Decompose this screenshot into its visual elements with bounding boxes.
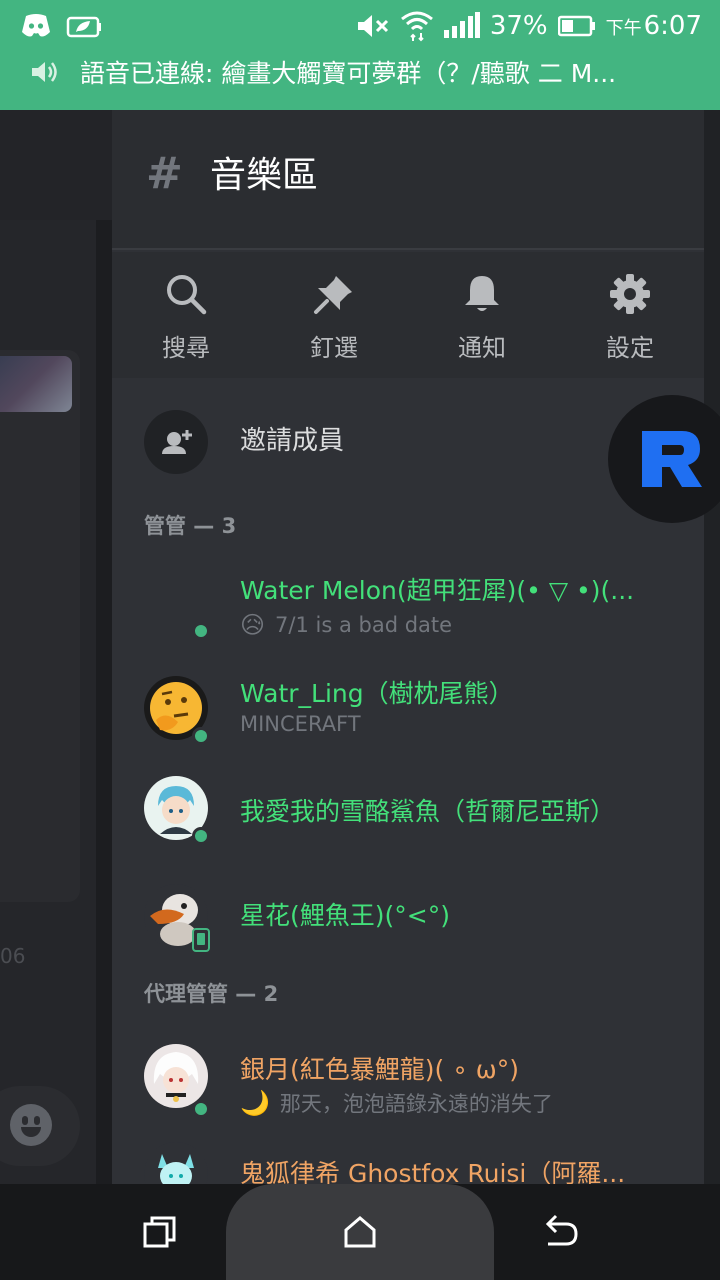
section-header-admins: 管管 — 3: [144, 514, 237, 538]
pins-label: 釘選: [310, 334, 358, 362]
status-bar-top: 37% 下午6:07: [0, 0, 720, 52]
member-name: 銀月(紅色暴鯉龍)( ∘ ω°): [240, 1055, 519, 1084]
add-user-icon: [162, 430, 192, 454]
activity-emoji-icon: 😥: [240, 611, 266, 639]
battery-percent: 37%: [489, 11, 548, 41]
member-item[interactable]: 我愛我的雪酪鯊魚（哲爾尼亞斯）: [112, 774, 704, 870]
floating-app-bubble[interactable]: [608, 395, 720, 523]
r-logo-icon: [642, 431, 702, 487]
member-item[interactable]: Watr_Ling（樹枕尾熊） MINCERAFT: [112, 670, 704, 766]
online-status-dot: [192, 622, 210, 640]
mute-icon: [357, 15, 388, 37]
pin-icon: [314, 276, 352, 314]
status-bar-right: 37% 下午6:07: [356, 8, 702, 44]
online-status-dot: [192, 827, 210, 845]
member-item[interactable]: 星花(鯉魚王)(°<°): [112, 880, 704, 976]
member-item[interactable]: 銀月(紅色暴鯉龍)( ∘ ω°) 🌙 那天，泡泡語錄永遠的消失了: [112, 1032, 704, 1128]
invite-members-label[interactable]: 邀請成員: [240, 420, 344, 457]
activity-text: 7/1 is a bad date: [275, 613, 453, 637]
member-name: 星花(鯉魚王)(°<°): [240, 901, 450, 930]
emoji-icon[interactable]: [10, 1104, 52, 1146]
member-activity: MINCERAFT: [240, 712, 361, 736]
home-icon: [344, 1216, 376, 1248]
online-status-dot: [192, 727, 210, 745]
member-activity: 🌙 那天，泡泡語錄永遠的消失了: [240, 1088, 553, 1118]
android-nav-bar: [0, 1184, 720, 1280]
channel-title: 音樂區: [210, 155, 319, 196]
avatar: [144, 1142, 208, 1184]
channel-drawer: # 音樂區 搜尋 釘選 通知 設定 邀請成員 管管 — 3 Water Melo…: [112, 110, 704, 1184]
battery-icon: [557, 15, 595, 37]
voice-connected-text: 語音已連線: 繪畫大觸寶可夢群（？/聽歌 二 M...: [80, 59, 617, 88]
member-activity: 😥 7/1 is a bad date: [240, 611, 452, 639]
member-name: 鬼狐律希 Ghostfox Ruisi（阿羅...: [240, 1159, 626, 1184]
background-header: [0, 110, 112, 220]
voice-connected-banner[interactable]: 語音已連線: 繪畫大觸寶可夢群（？/聽歌 二 M...: [30, 54, 690, 90]
member-item[interactable]: 鬼狐律希 Ghostfox Ruisi（阿羅...: [112, 1140, 704, 1184]
recents-icon[interactable]: [142, 1214, 178, 1250]
gear-icon: [610, 274, 650, 314]
settings-label: 設定: [606, 334, 654, 362]
channel-header: # 音樂區: [112, 110, 704, 250]
discord-icon: [22, 14, 50, 37]
bell-icon: [465, 276, 499, 311]
section-header-deputies: 代理管管 — 2: [144, 982, 279, 1006]
fox-avatar-icon: [158, 1154, 194, 1184]
avatar: [144, 1044, 208, 1108]
online-status-dot: [192, 1100, 210, 1118]
home-button[interactable]: [226, 1184, 494, 1280]
member-name: 我愛我的雪酪鯊魚（哲爾尼亞斯）: [240, 797, 616, 826]
wifi-icon: [400, 11, 433, 42]
invite-members-button[interactable]: [144, 410, 208, 474]
background-embed-image: [0, 356, 72, 412]
anime-avatar-icon: [153, 1052, 199, 1102]
notifications-label: 通知: [458, 334, 506, 362]
member-item[interactable]: Water Melon(超甲狂犀)(• ▽ •)(... 😥 7/1 is a …: [112, 565, 704, 661]
search-label: 搜尋: [162, 334, 210, 362]
background-embed-card: [0, 350, 80, 902]
activity-text: 那天，泡泡語錄永遠的消失了: [279, 1092, 553, 1116]
search-icon: [167, 275, 207, 315]
activity-moon-icon: 🌙: [240, 1089, 270, 1117]
battery-saver-icon: [66, 16, 101, 38]
signal-icon: [443, 12, 480, 38]
channel-actions: 搜尋 釘選 通知 設定: [112, 252, 704, 378]
pins-button[interactable]: 釘選: [260, 252, 408, 378]
back-icon[interactable]: [540, 1214, 580, 1250]
notifications-button[interactable]: 通知: [408, 252, 556, 378]
channel-hash-icon: #: [146, 148, 183, 199]
mobile-status-icon: [192, 928, 210, 952]
member-name: Watr_Ling（樹枕尾熊）: [240, 679, 514, 708]
background-chat[interactable]: 06: [0, 110, 112, 1184]
background-timestamp: 06: [0, 944, 26, 968]
status-bar: 37% 下午6:07 語音已連線: 繪畫大觸寶可夢群（？/聽歌 二 M...: [0, 0, 720, 110]
member-name: Water Melon(超甲狂犀)(• ▽ •)(...: [240, 576, 635, 605]
clock: 下午6:07: [605, 11, 702, 41]
speaker-icon: [32, 62, 57, 82]
settings-button[interactable]: 設定: [556, 252, 704, 378]
search-button[interactable]: 搜尋: [112, 252, 260, 378]
